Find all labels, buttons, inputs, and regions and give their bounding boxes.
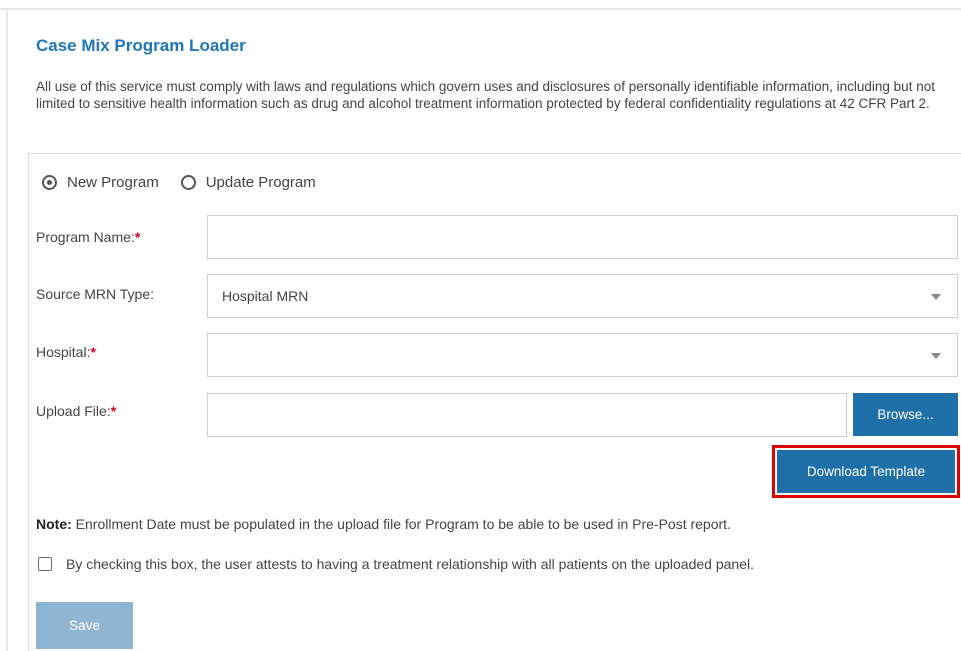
top-divider bbox=[0, 0, 961, 10]
required-marker: * bbox=[90, 344, 96, 360]
radio-update-program-label: Update Program bbox=[205, 174, 316, 191]
download-template-button[interactable]: Download Template bbox=[777, 450, 955, 493]
upload-file-label: Upload File:* bbox=[36, 403, 116, 419]
required-marker: * bbox=[110, 403, 117, 419]
note-prefix: Note: bbox=[36, 516, 72, 532]
enrollment-note: Note: Enrollment Date must be populated … bbox=[36, 516, 731, 532]
required-marker: * bbox=[134, 229, 141, 245]
program-name-input[interactable] bbox=[207, 215, 958, 259]
browse-button[interactable]: Browse... bbox=[853, 393, 958, 436]
radio-update-program[interactable]: Update Program bbox=[180, 174, 316, 191]
note-text: Enrollment Date must be populated in the… bbox=[71, 516, 731, 532]
radio-new-program-label: New Program bbox=[67, 174, 159, 191]
page-title: Case Mix Program Loader bbox=[36, 36, 246, 55]
hospital-select[interactable] bbox=[207, 333, 958, 377]
radio-unchecked-icon bbox=[180, 175, 196, 190]
source-mrn-type-value: Hospital MRN bbox=[222, 288, 309, 304]
program-name-label: Program Name:* bbox=[36, 229, 140, 245]
upload-file-input[interactable] bbox=[207, 393, 847, 437]
source-mrn-type-select[interactable]: Hospital MRN bbox=[207, 274, 958, 318]
program-name-label-text: Program Name: bbox=[36, 229, 135, 245]
radio-checked-icon bbox=[42, 175, 57, 190]
hospital-label: Hospital:* bbox=[36, 344, 96, 360]
radio-new-program[interactable]: New Program bbox=[42, 174, 159, 191]
chevron-down-icon bbox=[931, 294, 941, 300]
hospital-label-text: Hospital: bbox=[36, 344, 91, 360]
left-divider bbox=[0, 10, 8, 651]
program-mode-radio-group: New Program Update Program bbox=[42, 174, 338, 191]
upload-file-label-text: Upload File: bbox=[36, 403, 111, 419]
attestation-text: By checking this box, the user attests t… bbox=[66, 556, 754, 572]
page: Case Mix Program Loader All use of this … bbox=[0, 0, 961, 651]
source-mrn-type-label: Source MRN Type: bbox=[36, 286, 155, 302]
attestation-row: By checking this box, the user attests t… bbox=[38, 556, 754, 572]
save-button[interactable]: Save bbox=[36, 602, 133, 649]
chevron-down-icon bbox=[931, 353, 941, 359]
attestation-checkbox[interactable] bbox=[38, 557, 52, 571]
compliance-disclaimer: All use of this service must comply with… bbox=[36, 79, 935, 111]
